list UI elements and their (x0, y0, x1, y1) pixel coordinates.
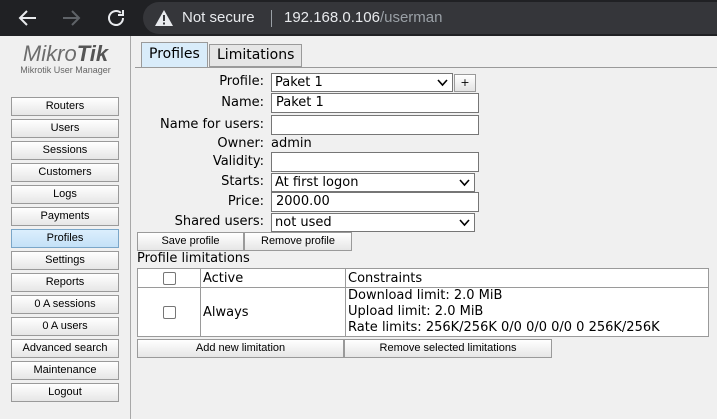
sidebar-item-customers[interactable]: Customers (11, 163, 119, 182)
shared-users-value: not used (275, 215, 332, 230)
browser-toolbar: Not secure 192.168.0.106/userman (0, 0, 717, 36)
add-limitation-button[interactable]: Add new limitation (137, 339, 344, 358)
row-active-value: Always (200, 287, 346, 337)
price-label: Price: (227, 194, 264, 209)
chevron-down-icon (459, 214, 470, 236)
price-field[interactable]: 2000.00 (271, 192, 479, 212)
save-profile-button[interactable]: Save profile (137, 232, 244, 251)
address-bar[interactable]: Not secure 192.168.0.106/userman (143, 2, 717, 34)
owner-value: admin (271, 136, 312, 151)
warning-icon (154, 8, 174, 28)
starts-select[interactable]: At first logon (271, 173, 475, 192)
url-path: /userman (379, 9, 443, 26)
validity-field[interactable] (271, 152, 479, 172)
profile-label: Profile: (219, 74, 264, 89)
logo-text: MikroTik (0, 42, 131, 66)
sidebar-item-active-sessions[interactable]: 0 A sessions (11, 295, 119, 314)
tab-divider (135, 67, 717, 68)
limitations-table: Active Constraints Always Download limit… (137, 268, 709, 337)
remove-selected-limitations-button[interactable]: Remove selected limitations (344, 339, 552, 358)
sidebar-item-users[interactable]: Users (11, 119, 119, 138)
profile-select[interactable]: Paket 1 (271, 73, 453, 92)
starts-label: Starts: (221, 174, 264, 189)
constraint-rate: Rate limits: 256K/256K 0/0 0/0 0/0 0 256… (348, 320, 660, 335)
sidebar-item-advanced-search[interactable]: Advanced search (11, 339, 119, 358)
profile-select-value: Paket 1 (275, 75, 323, 90)
table-header-row: Active Constraints (137, 268, 709, 288)
sidebar-item-logout[interactable]: Logout (11, 383, 119, 402)
sidebar: MikroTik Mikrotik User Manager Routers U… (0, 36, 131, 419)
not-secure-label: Not secure (182, 9, 255, 26)
row-constraints: Download limit: 2.0 MiB Upload limit: 2.… (345, 287, 709, 337)
constraint-download: Download limit: 2.0 MiB (348, 288, 503, 303)
url-text[interactable]: 192.168.0.106/userman (284, 9, 442, 26)
omnibox-separator (271, 10, 272, 27)
tab-profiles[interactable]: Profiles (141, 42, 208, 68)
main-panel: Profiles Limitations Profile: Paket 1 + … (131, 36, 717, 419)
url-host: 192.168.0.106 (284, 9, 380, 26)
shared-users-label: Shared users: (174, 214, 264, 229)
owner-label: Owner: (217, 136, 264, 151)
sidebar-item-maintenance[interactable]: Maintenance (11, 361, 119, 380)
sidebar-item-sessions[interactable]: Sessions (11, 141, 119, 160)
starts-select-value: At first logon (275, 175, 359, 190)
logo-subtitle: Mikrotik User Manager (20, 65, 111, 75)
tab-limitations[interactable]: Limitations (209, 44, 303, 67)
back-arrow-icon[interactable] (16, 6, 40, 30)
header-active: Active (200, 268, 346, 288)
name-for-users-field[interactable] (271, 115, 479, 135)
sidebar-item-settings[interactable]: Settings (11, 251, 119, 270)
sidebar-item-routers[interactable]: Routers (11, 97, 119, 116)
row-checkbox[interactable] (162, 305, 176, 319)
sidebar-item-payments[interactable]: Payments (11, 207, 119, 226)
forward-arrow-icon[interactable] (59, 6, 83, 30)
remove-profile-button[interactable]: Remove profile (244, 232, 352, 251)
sidebar-item-logs[interactable]: Logs (11, 185, 119, 204)
name-label: Name: (221, 95, 264, 110)
sidebar-item-profiles[interactable]: Profiles (11, 229, 119, 248)
add-profile-button[interactable]: + (454, 74, 476, 92)
name-for-users-label: Name for users: (160, 117, 264, 132)
validity-label: Validity: (212, 154, 264, 169)
logo-brand-a: Mikro (22, 41, 77, 66)
row-select-cell (137, 287, 201, 337)
table-row: Always Download limit: 2.0 MiB Upload li… (137, 287, 709, 337)
reload-icon[interactable] (104, 6, 128, 30)
shared-users-select[interactable]: not used (271, 213, 475, 232)
header-constraints: Constraints (345, 268, 709, 288)
logo-brand-b: Tik (76, 41, 109, 66)
name-field[interactable]: Paket 1 (271, 93, 479, 113)
mikrotik-logo: MikroTik Mikrotik User Manager (0, 42, 131, 76)
sidebar-item-active-users[interactable]: 0 A users (11, 317, 119, 336)
profile-limitations-title: Profile limitations (137, 251, 250, 266)
select-all-cell (137, 268, 201, 288)
select-all-checkbox[interactable] (162, 271, 176, 285)
sidebar-item-reports[interactable]: Reports (11, 273, 119, 292)
constraint-upload: Upload limit: 2.0 MiB (348, 304, 484, 319)
